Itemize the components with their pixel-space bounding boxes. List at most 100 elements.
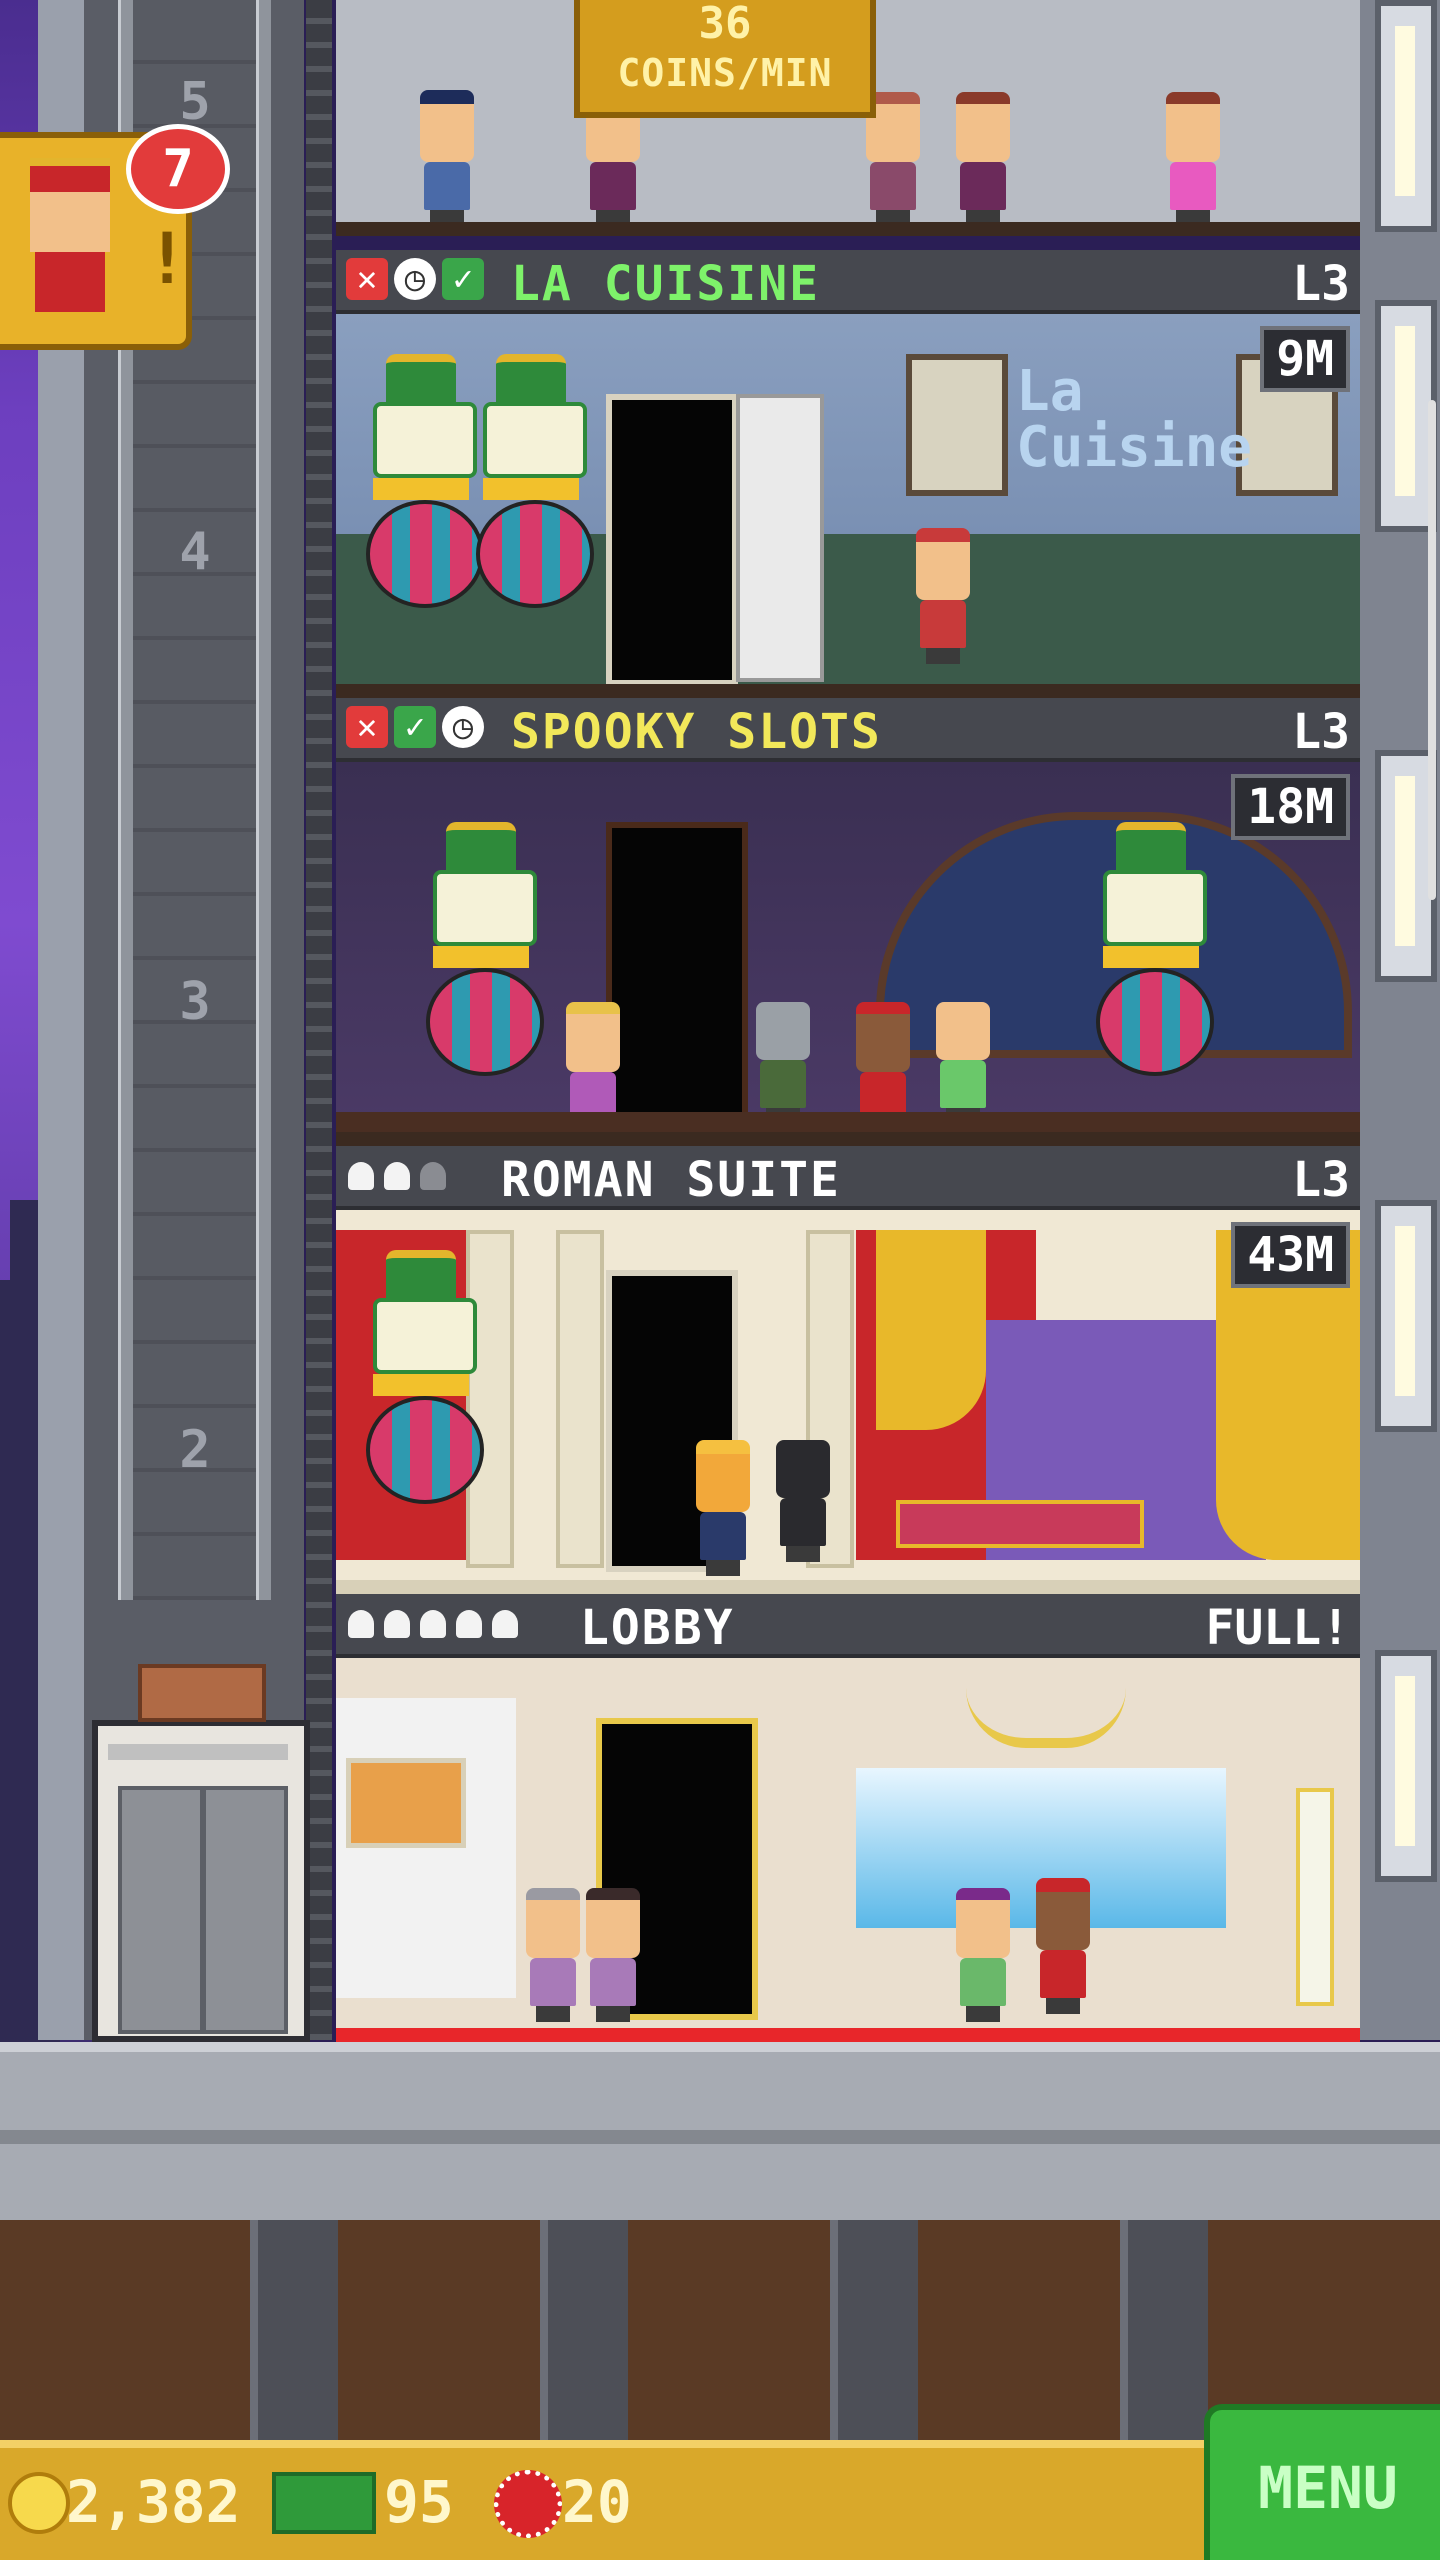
floor-banner: ✕ ◷ ✓ LA CUISINE L3: [336, 250, 1360, 314]
floor-number-4: 4: [179, 522, 211, 582]
floor-divider: [336, 222, 1360, 236]
floor-banner: LOBBY FULL!: [336, 1594, 1360, 1658]
resident: [526, 1888, 580, 2022]
floor-divider: [336, 684, 1360, 698]
game-screen: 5 4 3 2 36 COINS/MIN ! 7 ✕ ◷ ✓ LA CUISIN…: [0, 0, 1440, 2560]
tower-window: [1375, 0, 1437, 232]
bellhop-notification[interactable]: ! 7: [0, 124, 230, 350]
mascot-character: [476, 354, 594, 608]
bux-count[interactable]: 95: [384, 2468, 454, 2536]
vip-chip-icon: [494, 2470, 562, 2538]
elevator-car[interactable]: [92, 1664, 310, 2042]
floor-level: L3: [1292, 704, 1350, 760]
resident: [956, 92, 1010, 226]
resident-icon: [384, 1162, 410, 1190]
tower-window: [1375, 1200, 1437, 1432]
elevator-roof: [138, 1664, 266, 1722]
floor-name: ROMAN SUITE: [501, 1152, 841, 1208]
floor-status-icons: ✕ ◷ ✓: [346, 258, 484, 300]
coin-icon: [8, 2472, 70, 2534]
x-icon: ✕: [346, 258, 388, 300]
floor-number-5: 5: [179, 72, 211, 132]
resident: [936, 1002, 990, 1124]
floor-divider: [336, 1132, 1360, 1146]
mascot-character: [426, 822, 544, 1076]
floor-level: L3: [1292, 256, 1350, 312]
x-icon: ✕: [346, 706, 388, 748]
menu-button[interactable]: MENU: [1204, 2404, 1440, 2560]
elevator-door-left: [118, 1786, 204, 2034]
floor-la-cuisine[interactable]: ✕ ◷ ✓ LA CUISINE L3 La Cuisine 9M: [336, 250, 1360, 698]
floor-number-2: 2: [179, 1420, 211, 1480]
resident: [696, 1440, 750, 1576]
support-pillar: [540, 2220, 628, 2440]
floor-timer: 18M: [1231, 774, 1350, 840]
floor-name: LOBBY: [580, 1600, 735, 1656]
floor-timer: 9M: [1260, 326, 1350, 392]
resident-icon-empty: [420, 1162, 446, 1190]
resident: [776, 1440, 830, 1562]
coins-count[interactable]: 2,382: [66, 2468, 241, 2536]
floor-status-icons: ✕ ✓ ◷: [346, 706, 484, 748]
floor-divider: [336, 1580, 1360, 1594]
wall-sign: La Cuisine: [1016, 359, 1253, 480]
room-spooky-slots: [336, 762, 1360, 1136]
elevator-rail-right: [256, 0, 271, 1600]
check-icon: ✓: [442, 258, 484, 300]
resident: [586, 1888, 640, 2022]
floor-spooky-slots[interactable]: ✕ ✓ ◷ SPOOKY SLOTS L3 18M: [336, 698, 1360, 1146]
ground-slab: [0, 2042, 1440, 2240]
coins-per-min-label: COINS/MIN: [617, 51, 833, 95]
resident: [1166, 92, 1220, 226]
resident-icon: [384, 1610, 410, 1638]
floor-lobby[interactable]: LOBBY FULL!: [336, 1594, 1360, 2042]
floor-name: SPOOKY SLOTS: [511, 704, 882, 760]
room-la-cuisine: La Cuisine: [336, 314, 1360, 686]
zombie: [756, 1002, 810, 1124]
room-floor: [336, 1112, 1360, 1132]
floor-number-3: 3: [179, 972, 211, 1032]
resident-icon: [348, 1610, 374, 1638]
check-icon: ✓: [394, 706, 436, 748]
room-door: [606, 394, 738, 686]
support-pillar: [830, 2220, 918, 2440]
bellhop: [1036, 1878, 1090, 2014]
coins-per-min-badge[interactable]: 36 COINS/MIN: [574, 0, 876, 118]
floor-banner: ✕ ✓ ◷ SPOOKY SLOTS L3: [336, 698, 1360, 762]
clock-icon: ◷: [394, 258, 436, 300]
resident: [956, 1888, 1010, 2022]
tower-window: [1375, 1650, 1437, 1882]
chef: [916, 528, 970, 664]
resident-icon: [420, 1610, 446, 1638]
mascot-character: [1096, 822, 1214, 1076]
chips-count[interactable]: 20: [562, 2468, 632, 2536]
floor-level: L3: [1292, 1152, 1350, 1208]
scrollbar[interactable]: [1428, 400, 1436, 900]
support-pillar: [1120, 2220, 1208, 2440]
elevator-stripe: [108, 1744, 288, 1760]
support-pillar: [250, 2220, 338, 2440]
clock-icon: ◷: [442, 706, 484, 748]
floor-status-full: FULL!: [1205, 1600, 1351, 1656]
elevator-door-right: [202, 1786, 288, 2034]
bellhop-icon: [30, 158, 110, 312]
room-roman-suite: [336, 1210, 1360, 1580]
tower-bux-icon: [272, 2472, 376, 2534]
room-lobby: [336, 1658, 1360, 2028]
mascot-character: [366, 354, 484, 608]
floor-timer: 43M: [1231, 1222, 1350, 1288]
resident-icon: [492, 1610, 518, 1638]
floor-banner: ROMAN SUITE L3: [336, 1146, 1360, 1210]
resident-indicators: [348, 1610, 518, 1638]
coins-per-min-value: 36: [698, 0, 752, 49]
resident-icon: [456, 1610, 482, 1638]
resident-indicators: [348, 1162, 446, 1190]
mascot-character: [366, 1250, 484, 1504]
floor-name: LA CUISINE: [511, 256, 820, 312]
lobby-carpet: [336, 2028, 1360, 2042]
floor-roman-suite[interactable]: ROMAN SUITE L3 43M: [336, 1146, 1360, 1594]
resident: [420, 90, 474, 226]
notification-badge: 7: [126, 124, 230, 214]
room-door: [606, 822, 748, 1134]
notification-mark: !: [146, 218, 189, 300]
